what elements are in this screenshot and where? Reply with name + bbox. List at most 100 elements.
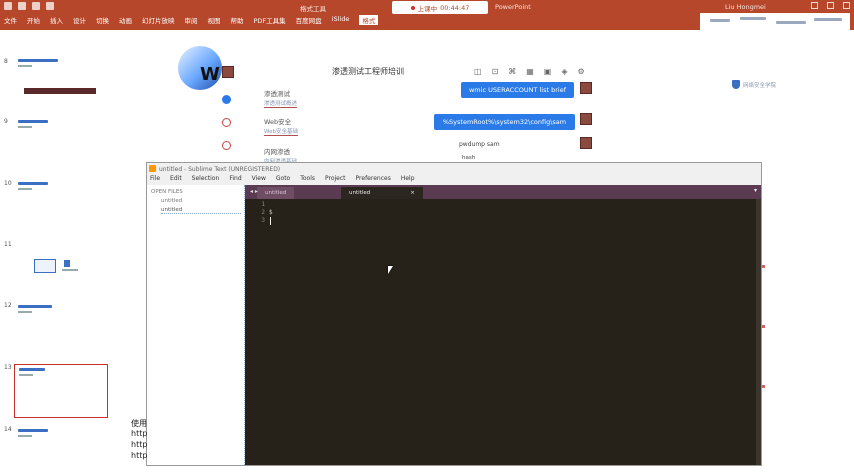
tab-bar: untitled untitled × [245, 185, 761, 199]
tab-slideshow[interactable]: 幻灯片放映 [142, 15, 175, 25]
nav-sub: Web安全基础 [264, 129, 298, 136]
thumb-diagram-box [34, 259, 56, 273]
menu-help[interactable]: Help [401, 175, 415, 185]
tab-insert[interactable]: 插入 [50, 15, 63, 25]
slide-bottom-text: http [131, 440, 148, 449]
thumb-number: 10 [4, 180, 12, 187]
app-name: PowerPoint [495, 3, 531, 11]
mouse-pointer-icon [388, 266, 393, 274]
sidebar-file[interactable]: untitled [161, 198, 182, 204]
code-editor[interactable]: 1 2 3 ​ $ ​ [245, 199, 761, 465]
sublime-titlebar: untitled - Sublime Text (UNREGISTERED) [147, 163, 761, 175]
tab-label: untitled [265, 190, 287, 196]
tab-baidu[interactable]: 百度网盘 [296, 15, 322, 25]
thumb-diagram-line [62, 269, 78, 271]
tab-format[interactable]: 格式 [359, 15, 379, 25]
redo-icon[interactable] [32, 2, 40, 10]
shield-icon [732, 80, 740, 89]
tab-pdf[interactable]: PDF工具集 [254, 15, 286, 25]
menu-goto[interactable]: Goto [276, 175, 290, 185]
menu-tools[interactable]: Tools [300, 175, 315, 185]
editor-tab-active[interactable]: untitled × [341, 187, 423, 199]
chart-icon: ▦ [526, 67, 534, 76]
recording-dot-icon [410, 5, 415, 10]
slide-thumbnail-selected[interactable] [14, 364, 108, 418]
slide-text-line: hash [462, 155, 476, 161]
code-line: $ [269, 209, 273, 216]
nav-dot-icon [222, 95, 231, 104]
menu-selection[interactable]: Selection [192, 175, 220, 185]
menu-preferences[interactable]: Preferences [356, 175, 391, 185]
menu-edit[interactable]: Edit [170, 175, 182, 185]
slide-thumbnail[interactable] [14, 302, 108, 350]
nav-ring-icon [222, 118, 231, 127]
tab-close-icon[interactable]: × [410, 190, 415, 196]
tab-file[interactable]: 文件 [4, 15, 17, 25]
marker [762, 325, 765, 328]
slide-thumbnail[interactable] [14, 56, 108, 104]
undo-icon[interactable] [18, 2, 26, 10]
slide-nav-item: 渗透测试 渗透测试概述 [264, 88, 298, 108]
ribbon-toolbar-area [700, 13, 850, 30]
nav-label: Web安全 [264, 118, 292, 126]
nav-label: 渗透测试 [264, 90, 290, 98]
menu-project[interactable]: Project [325, 175, 346, 185]
save-icon[interactable] [4, 2, 12, 10]
thumb-number: 9 [4, 118, 8, 125]
sublime-window: untitled - Sublime Text (UNREGISTERED) F… [146, 162, 762, 466]
toolbar-glyph [740, 17, 766, 20]
lock-icon: ⊡ [491, 67, 499, 76]
shield-small-icon: ◈ [561, 67, 568, 76]
menu-bar: File Edit Selection Find View Goto Tools… [147, 175, 761, 185]
menu-file[interactable]: File [150, 175, 160, 185]
tab-nav-arrows-icon[interactable]: ◂ ▸ [250, 188, 258, 195]
tab-home[interactable]: 开始 [27, 15, 40, 25]
line-gutter: 1 2 3 [245, 199, 265, 225]
sidebar-header: OPEN FILES [151, 189, 183, 195]
slide-nav-item: Web安全 Web安全基础 [264, 116, 298, 136]
thumb-number: 8 [4, 58, 8, 65]
line-number: 1 [261, 201, 265, 208]
menu-view[interactable]: View [252, 175, 266, 185]
toolbar-glyph [710, 19, 730, 22]
shield-text: 网络安全学院 [743, 82, 777, 89]
placeholder-square [580, 137, 592, 149]
sidebar-file-selected[interactable]: untitled [161, 207, 241, 214]
thumb-number: 14 [4, 426, 12, 433]
sidebar: OPEN FILES untitled untitled [147, 185, 245, 465]
tab-label: untitled [349, 190, 371, 196]
nav-label: 内网渗透 [264, 148, 290, 156]
close-icon[interactable] [843, 2, 850, 9]
tab-help[interactable]: 帮助 [231, 15, 244, 25]
text-caret [270, 217, 271, 225]
shield-badge: 网络安全学院 [732, 80, 776, 89]
slide-bottom-text: http [131, 429, 148, 438]
tab-transitions[interactable]: 切换 [96, 15, 109, 25]
link-icon: ⌘ [508, 67, 517, 76]
tab-design[interactable]: 设计 [73, 15, 86, 25]
tab-dropdown-icon[interactable]: ▾ [754, 187, 757, 194]
slide-bottom-text: http [131, 451, 148, 460]
scrollbar[interactable] [756, 199, 761, 465]
placeholder-square [222, 66, 234, 78]
line-number: 3 [261, 217, 265, 224]
maximize-icon[interactable] [827, 2, 834, 9]
class-timer[interactable]: 上课中 00:44:47 [392, 1, 488, 14]
command-pill: %SystemRoot%\system32\config\sam [434, 114, 575, 130]
tab-animations[interactable]: 动画 [119, 15, 132, 25]
slide-thumbnail[interactable] [14, 117, 108, 165]
tab-review[interactable]: 审阅 [185, 15, 198, 25]
slide-thumbnail[interactable] [14, 179, 108, 227]
menu-find[interactable]: Find [229, 175, 241, 185]
minimize-icon[interactable] [811, 2, 818, 9]
slide-thumbnail[interactable] [14, 426, 108, 474]
tab-islide[interactable]: iSlide [332, 15, 350, 25]
toolbar-glyph [776, 21, 806, 24]
editor-tab[interactable]: untitled [257, 187, 295, 199]
user-name[interactable]: Liu Hongmei [725, 3, 766, 11]
slide-right-area [762, 185, 854, 466]
tab-view[interactable]: 视图 [208, 15, 221, 25]
present-icon[interactable] [46, 2, 54, 10]
code-line: ​ [269, 201, 273, 209]
doc-title: 格式工具 [300, 5, 326, 13]
